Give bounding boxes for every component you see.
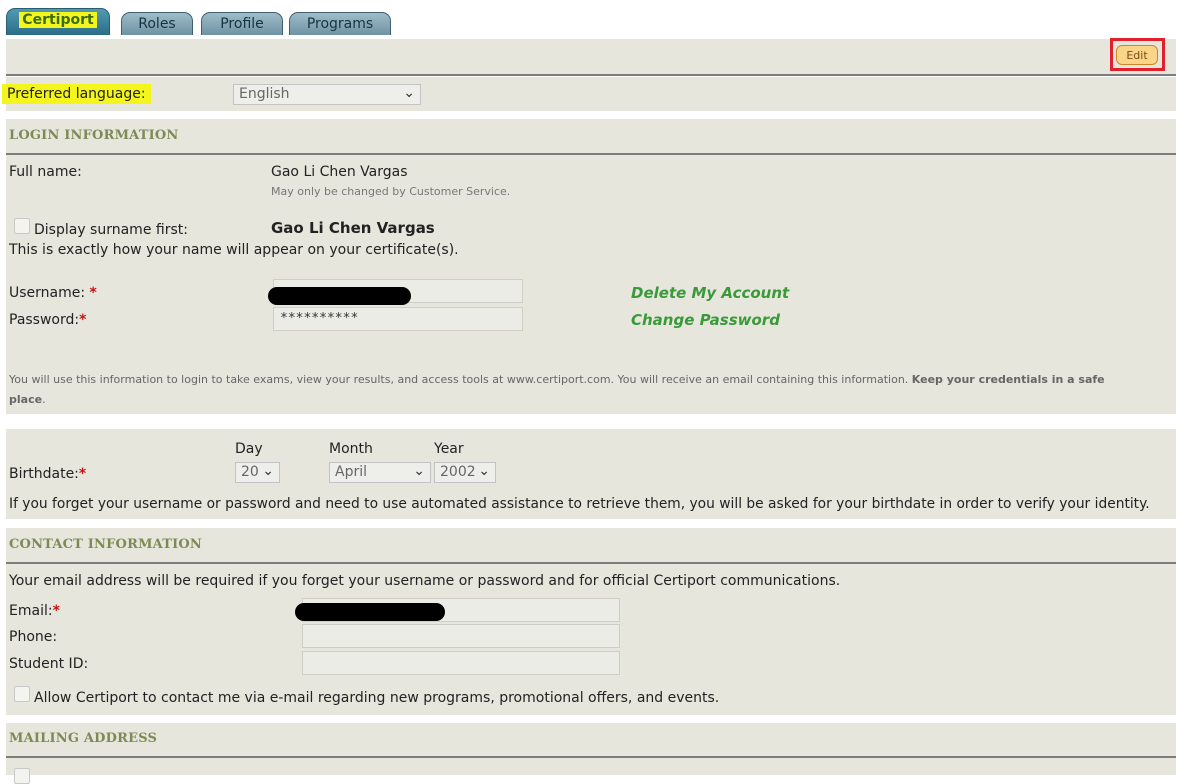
contact-section-title: CONTACT INFORMATION — [9, 537, 202, 552]
month-select[interactable]: April ⌄ — [329, 462, 431, 483]
day-label: Day — [235, 441, 263, 457]
allow-contact-label: Allow Certiport to contact me via e-mail… — [34, 690, 720, 706]
mailing-section-divider — [6, 756, 1176, 758]
student-id-label: Student ID: — [9, 656, 89, 672]
password-input[interactable]: ********** — [273, 307, 523, 331]
tab-roles[interactable]: Roles — [121, 12, 193, 35]
mailing-checkbox[interactable] — [14, 768, 30, 784]
chevron-down-icon: ⌄ — [478, 463, 490, 479]
tab-certiport[interactable]: Certiport — [6, 8, 110, 35]
phone-label: Phone: — [9, 629, 58, 645]
username-redaction — [268, 287, 411, 305]
mailing-panel — [6, 723, 1176, 775]
username-label: Username: * — [9, 285, 97, 301]
language-panel — [6, 77, 1176, 111]
edit-button[interactable]: Edit — [1116, 45, 1158, 65]
login-section-title: LOGIN INFORMATION — [9, 128, 179, 143]
surname-first-label: Display surname first: — [34, 222, 188, 238]
allow-contact-checkbox[interactable] — [14, 686, 30, 702]
month-value: April — [335, 464, 367, 480]
day-select[interactable]: 20 ⌄ — [235, 462, 280, 483]
preferred-language-label: Preferred language: — [2, 84, 151, 104]
surname-first-checkbox[interactable] — [14, 218, 30, 234]
display-name-preview: Gao Li Chen Vargas — [271, 219, 435, 237]
full-name-label: Full name: — [9, 164, 82, 180]
email-label: Email:* — [9, 603, 60, 619]
year-select[interactable]: 2002 ⌄ — [434, 462, 496, 483]
login-section-divider — [6, 153, 1176, 155]
birthdate-note: If you forget your username or password … — [9, 496, 1150, 512]
tab-profile[interactable]: Profile — [201, 12, 283, 35]
delete-account-link[interactable]: Delete My Account — [631, 284, 789, 302]
chevron-down-icon: ⌄ — [262, 463, 274, 479]
login-info-text: You will use this information to login t… — [9, 373, 1105, 406]
year-value: 2002 — [440, 464, 476, 480]
password-label: Password:* — [9, 312, 87, 328]
toolbar-strip — [6, 39, 1176, 74]
phone-input[interactable] — [302, 624, 620, 648]
chevron-down-icon: ⌄ — [403, 85, 415, 101]
student-id-input[interactable] — [302, 651, 620, 675]
language-select[interactable]: English ⌄ — [233, 84, 421, 105]
contact-note: Your email address will be required if y… — [9, 573, 841, 589]
mailing-section-title: MAILING ADDRESS — [9, 731, 158, 746]
certificate-note: This is exactly how your name will appea… — [9, 242, 459, 258]
full-name-note: May only be changed by Customer Service. — [271, 185, 511, 198]
year-label: Year — [434, 441, 464, 457]
tab-programs[interactable]: Programs — [289, 12, 391, 35]
email-redaction — [295, 603, 445, 621]
full-name-value: Gao Li Chen Vargas — [271, 164, 408, 180]
month-label: Month — [329, 441, 373, 457]
birthdate-label: Birthdate:* — [9, 466, 87, 482]
toolbar-divider — [6, 74, 1176, 76]
change-password-link[interactable]: Change Password — [631, 311, 780, 329]
language-select-value: English — [239, 86, 290, 102]
chevron-down-icon: ⌄ — [413, 463, 425, 479]
contact-section-divider — [6, 562, 1176, 564]
tab-certiport-label: Certiport — [19, 12, 97, 28]
day-value: 20 — [241, 464, 259, 480]
